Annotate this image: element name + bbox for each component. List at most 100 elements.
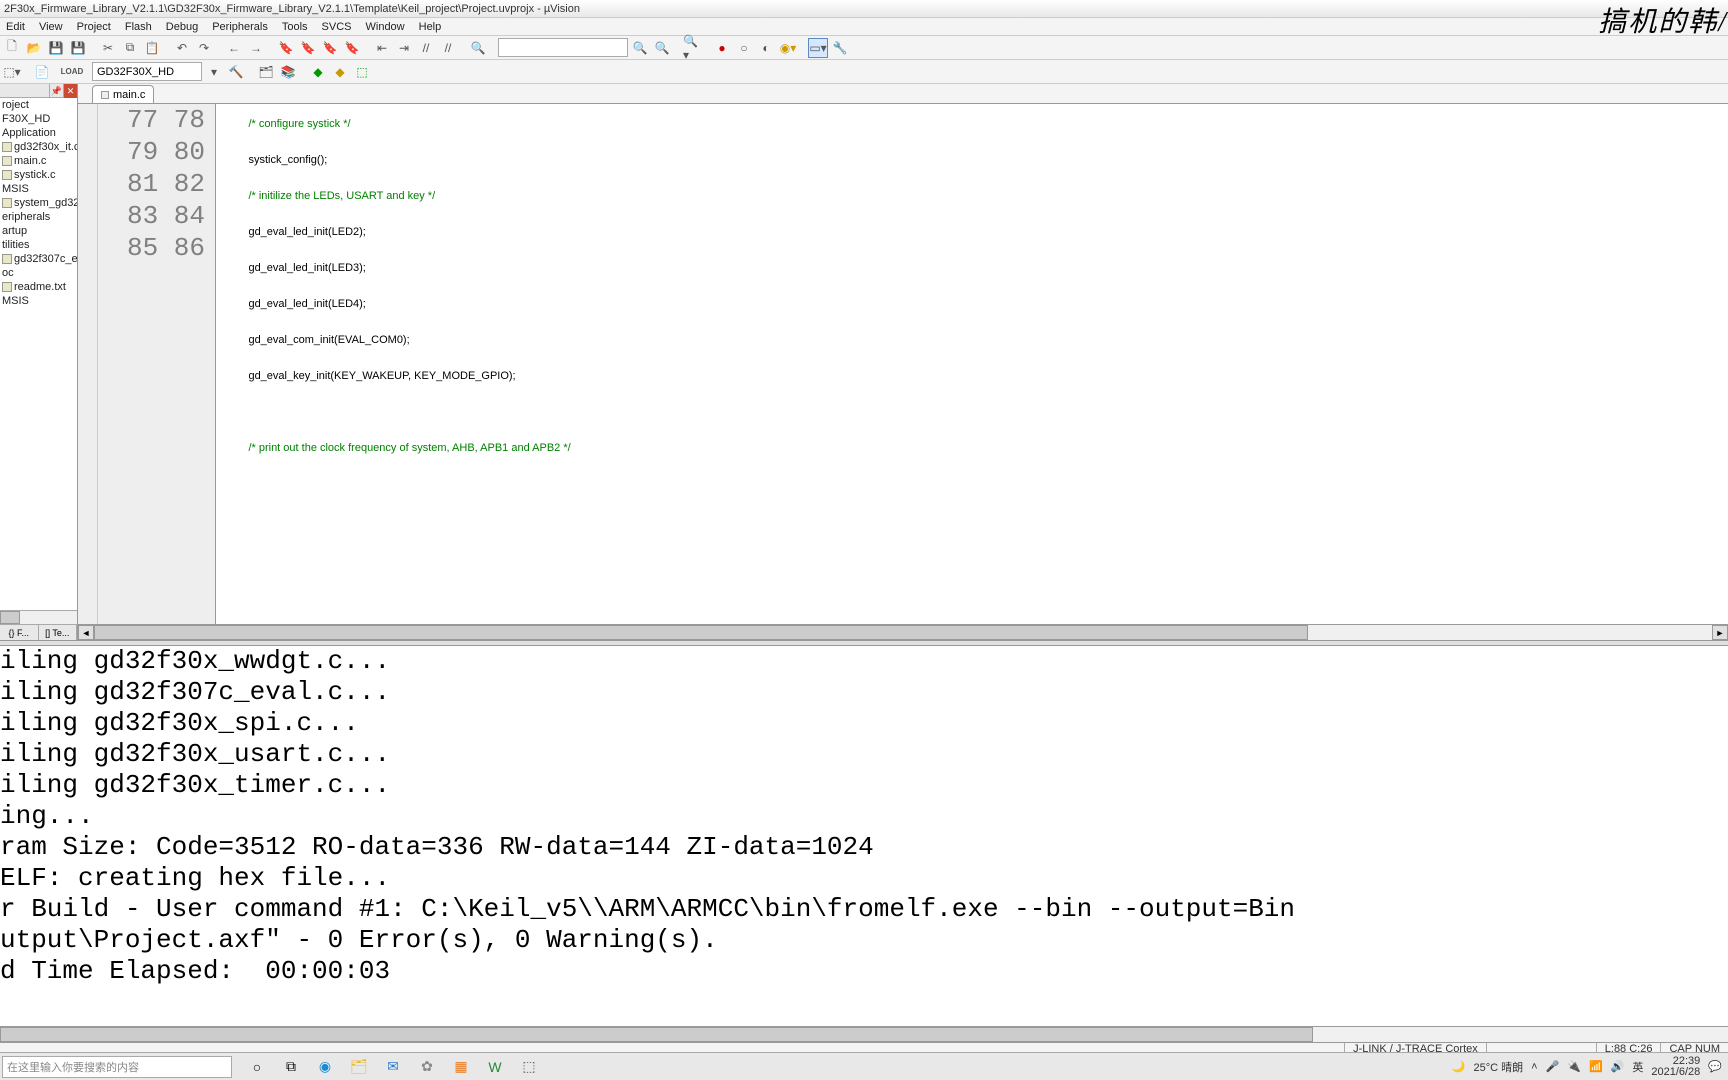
undo-icon[interactable]: ↶ — [172, 38, 192, 58]
save-all-icon[interactable]: 💾 — [68, 38, 88, 58]
c-file-icon — [2, 142, 12, 152]
tree-item: main.c — [0, 154, 77, 168]
output-hscroll[interactable] — [0, 1026, 1728, 1042]
menu-help[interactable]: Help — [419, 21, 442, 33]
scroll-thumb[interactable] — [0, 611, 20, 624]
toolbox-icon[interactable]: 🔧 — [830, 38, 850, 58]
wps-icon[interactable]: W — [484, 1056, 506, 1078]
line-number-gutter: 77 78 79 80 81 82 83 84 85 86 — [98, 104, 216, 624]
weather-icon[interactable]: 🌙 — [1452, 1060, 1466, 1073]
system-tray: 🌙 25°C 晴朗 ˄ 🎤 🔌 📶 🔊 英 22:39 2021/6/28 💬 — [1452, 1056, 1728, 1078]
build-icon[interactable]: 📄 — [32, 62, 52, 82]
code-text[interactable]: /* configure systick */ systick_config()… — [216, 104, 1728, 624]
cut-icon[interactable]: ✂ — [98, 38, 118, 58]
breakpoint-disable-icon[interactable]: ○ — [734, 38, 754, 58]
app-icon[interactable]: ✿ — [416, 1056, 438, 1078]
pin-icon[interactable]: 📌 — [49, 84, 63, 98]
load-icon[interactable]: LOAD — [62, 62, 82, 82]
comment-icon[interactable]: // — [416, 38, 436, 58]
incremental-find-icon[interactable]: 🔍 — [652, 38, 672, 58]
menu-window[interactable]: Window — [366, 21, 405, 33]
scroll-thumb[interactable] — [94, 625, 1308, 640]
target-dropdown-icon[interactable]: ▾ — [204, 62, 224, 82]
nav-fwd-icon[interactable]: → — [246, 38, 266, 58]
pack-yellow-icon[interactable]: ◆ — [330, 62, 350, 82]
menu-svcs[interactable]: SVCS — [322, 21, 352, 33]
proj-tab-functions[interactable]: {} F... — [0, 625, 39, 640]
translate-icon[interactable]: ⬚▾ — [2, 62, 22, 82]
tray-volume-icon[interactable]: 🔊 — [1611, 1060, 1625, 1073]
new-file-icon[interactable]: 🗋 — [2, 38, 22, 58]
build-output[interactable]: iling gd32f30x_wwdgt.c... iling gd32f307… — [0, 646, 1728, 1026]
cortana-icon[interactable]: ○ — [246, 1056, 268, 1078]
tree-item: eripherals — [0, 210, 77, 224]
copy-icon[interactable]: ⧉ — [120, 38, 140, 58]
open-file-icon[interactable]: 📂 — [24, 38, 44, 58]
bookmark-next-icon[interactable]: 🔖 — [320, 38, 340, 58]
menu-view[interactable]: View — [39, 21, 63, 33]
menu-debug[interactable]: Debug — [166, 21, 198, 33]
bookmark-prev-icon[interactable]: 🔖 — [298, 38, 318, 58]
code-editor[interactable]: 77 78 79 80 81 82 83 84 85 86 /* configu… — [78, 104, 1728, 624]
weather-text[interactable]: 25°C 晴朗 — [1473, 1059, 1523, 1075]
menu-flash[interactable]: Flash — [125, 21, 152, 33]
project-tree[interactable]: roject F30X_HD Application gd32f30x_it.c… — [0, 98, 77, 610]
tray-wifi-icon[interactable]: 📶 — [1589, 1060, 1603, 1073]
task-view-icon[interactable]: ⧉ — [280, 1056, 302, 1078]
find-in-files-icon[interactable]: 🔍 — [630, 38, 650, 58]
redo-icon[interactable]: ↷ — [194, 38, 214, 58]
app2-icon[interactable]: ▦ — [450, 1056, 472, 1078]
c-file-icon — [2, 198, 12, 208]
pack-green-icon[interactable]: ◆ — [308, 62, 328, 82]
paste-icon[interactable]: 📋 — [142, 38, 162, 58]
keil-icon[interactable]: ⬚ — [518, 1056, 540, 1078]
bookmark-icon[interactable]: 🔖 — [276, 38, 296, 58]
taskbar-apps: ○ ⧉ ◉ 🗂 ✉ ✿ ▦ W ⬚ — [232, 1056, 540, 1078]
edge-icon[interactable]: ◉ — [314, 1056, 336, 1078]
taskbar-search-input[interactable]: 在这里输入你要搜索的内容 — [2, 1056, 232, 1078]
tray-ime-text[interactable]: 英 — [1632, 1059, 1643, 1075]
breakpoint-kill-icon[interactable]: ◐ — [756, 38, 776, 58]
indent-left-icon[interactable]: ⇤ — [372, 38, 392, 58]
menu-peripherals[interactable]: Peripherals — [212, 21, 268, 33]
tray-notifications-icon[interactable]: 💬 — [1708, 1060, 1722, 1073]
menu-tools[interactable]: Tools — [282, 21, 308, 33]
project-hscroll[interactable] — [0, 610, 77, 624]
close-panel-icon[interactable]: ✕ — [63, 84, 77, 98]
indent-right-icon[interactable]: ⇥ — [394, 38, 414, 58]
file-tab-main-c[interactable]: main.c — [92, 85, 154, 103]
editor-hscroll[interactable]: ◄ ► — [78, 624, 1728, 640]
file-explorer-icon[interactable]: 🗂 — [348, 1056, 370, 1078]
uncomment-icon[interactable]: // — [438, 38, 458, 58]
find-combo[interactable] — [498, 38, 628, 57]
find-icon[interactable]: 🔍 — [468, 38, 488, 58]
mail-icon[interactable]: ✉ — [382, 1056, 404, 1078]
project-panel-tabs: {} F... [] Te... — [0, 624, 77, 640]
nav-back-icon[interactable]: ← — [224, 38, 244, 58]
pack-installer-icon[interactable]: ⬚ — [352, 62, 372, 82]
save-icon[interactable]: 💾 — [46, 38, 66, 58]
scroll-right-icon[interactable]: ► — [1712, 625, 1728, 640]
breakpoint-icon[interactable]: ● — [712, 38, 732, 58]
window-icon[interactable]: ▭▾ — [808, 38, 828, 58]
target-options-icon[interactable]: 🔨 — [226, 62, 246, 82]
target-select[interactable]: GD32F30X_HD — [92, 62, 202, 81]
scroll-left-icon[interactable]: ◄ — [78, 625, 94, 640]
tray-clock[interactable]: 22:39 2021/6/28 — [1651, 1056, 1700, 1078]
breakpoint-kill2-icon[interactable]: ◉▾ — [778, 38, 798, 58]
manage-icon[interactable]: 📚 — [278, 62, 298, 82]
txt-file-icon — [2, 282, 12, 292]
tree-item: F30X_HD — [0, 112, 77, 126]
menu-edit[interactable]: Edit — [6, 21, 25, 33]
scroll-thumb[interactable] — [0, 1027, 1313, 1042]
menu-project[interactable]: Project — [77, 21, 111, 33]
breakpoint-strip[interactable] — [78, 104, 98, 624]
tray-mic-icon[interactable]: 🎤 — [1546, 1060, 1560, 1073]
tray-chevron-icon[interactable]: ˄ — [1531, 1061, 1537, 1073]
proj-tab-templates[interactable]: [] Te... — [39, 625, 78, 640]
file-ext-icon[interactable]: 🗂 — [256, 62, 276, 82]
debug-icon[interactable]: 🔍▾ — [682, 38, 702, 58]
tray-power-icon[interactable]: 🔌 — [1567, 1060, 1581, 1073]
bookmark-clear-icon[interactable]: 🔖 — [342, 38, 362, 58]
file-tab-label: main.c — [113, 89, 145, 101]
